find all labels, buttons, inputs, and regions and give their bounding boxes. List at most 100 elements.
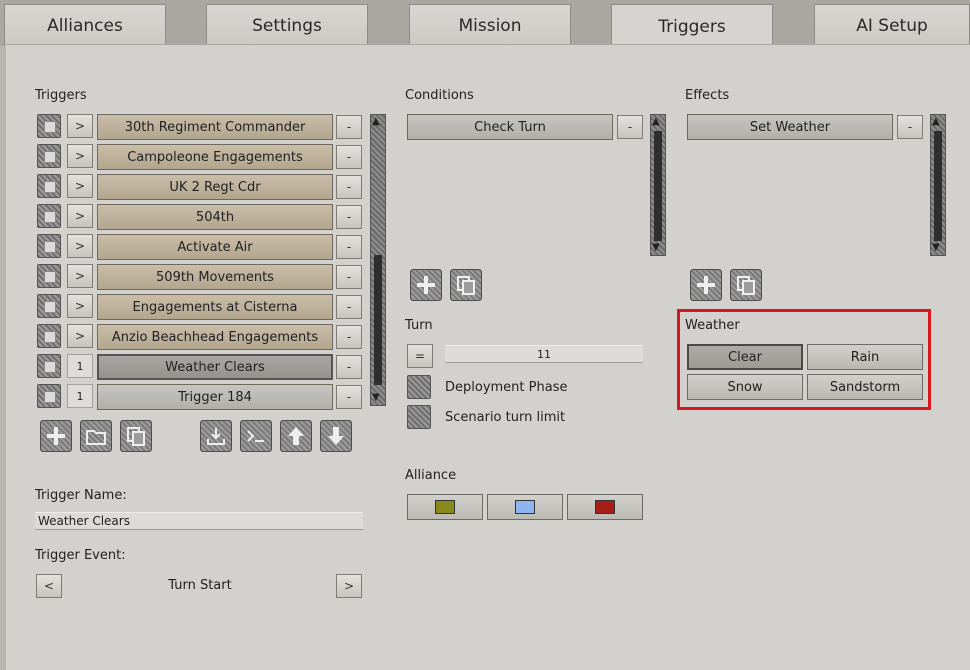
scenario-turn-limit-checkbox[interactable] (407, 405, 431, 429)
arrow-down-icon (328, 427, 344, 445)
trigger-count: 1 (67, 354, 93, 378)
trigger-remove-button[interactable]: - (336, 295, 362, 319)
tab-settings[interactable]: Settings (206, 4, 368, 46)
move-down-button[interactable] (320, 420, 352, 452)
tab-mission[interactable]: Mission (409, 4, 571, 46)
scroll-down-icon[interactable]: ▼ (652, 243, 660, 253)
trigger-checkbox[interactable] (37, 204, 61, 228)
trigger-item[interactable]: Anzio Beachhead Engagements (97, 324, 333, 350)
event-next-button[interactable]: > (336, 574, 362, 598)
trigger-remove-button[interactable]: - (336, 325, 362, 349)
alliance-1-button[interactable] (407, 494, 483, 520)
alliance-1-swatch (435, 500, 455, 514)
move-up-button[interactable] (280, 420, 312, 452)
weather-clear-button[interactable]: Clear (687, 344, 803, 370)
trigger-item[interactable]: Activate Air (97, 234, 333, 260)
trigger-checkbox[interactable] (37, 294, 61, 318)
alliance-2-button[interactable] (487, 494, 563, 520)
scroll-thumb[interactable] (654, 131, 662, 241)
import-trigger-button[interactable] (200, 420, 232, 452)
scenario-turn-limit-label: Scenario turn limit (445, 410, 566, 425)
trigger-expand-button[interactable]: > (67, 114, 93, 138)
terminal-icon (247, 430, 264, 442)
trigger-expand-button[interactable]: > (67, 264, 93, 288)
trigger-checkbox[interactable] (37, 354, 61, 378)
add-folder-button[interactable] (80, 420, 112, 452)
tab-triggers[interactable]: Triggers (611, 4, 773, 48)
trigger-expand-button[interactable]: > (67, 294, 93, 318)
trigger-list-scrollbar[interactable]: ▲ ▼ (370, 114, 386, 406)
trigger-item[interactable]: 504th (97, 204, 333, 230)
duplicate-condition-button[interactable] (450, 269, 482, 301)
condition-item[interactable]: Check Turn (407, 114, 613, 140)
plus-icon (417, 276, 435, 294)
trigger-checkbox[interactable] (37, 324, 61, 348)
alliance-heading: Alliance (405, 468, 457, 483)
trigger-remove-button[interactable]: - (336, 145, 362, 169)
add-condition-button[interactable] (410, 269, 442, 301)
tab-ai-setup[interactable]: AI Setup (814, 4, 970, 46)
trigger-checkbox[interactable] (37, 144, 61, 168)
trigger-expand-button[interactable]: > (67, 174, 93, 198)
turn-heading: Turn (405, 318, 433, 333)
scroll-up-icon[interactable]: ▲ (372, 117, 380, 127)
trigger-remove-button[interactable]: - (336, 355, 362, 379)
trigger-remove-button[interactable]: - (336, 385, 362, 409)
event-prev-button[interactable]: < (36, 574, 62, 598)
scroll-thumb[interactable] (374, 255, 382, 385)
deployment-phase-label: Deployment Phase (445, 380, 568, 395)
tab-alliances[interactable]: Alliances (4, 4, 166, 46)
copy-icon (457, 276, 475, 295)
condition-remove-button[interactable]: - (617, 115, 643, 139)
trigger-checkbox[interactable] (37, 114, 61, 138)
turn-operator-button[interactable]: = (407, 344, 433, 368)
effect-remove-button[interactable]: - (897, 115, 923, 139)
trigger-remove-button[interactable]: - (336, 265, 362, 289)
trigger-expand-button[interactable]: > (67, 204, 93, 228)
trigger-event-label: Trigger Event: (35, 548, 126, 563)
turn-value-input[interactable]: 11 (445, 345, 643, 363)
trigger-remove-button[interactable]: - (336, 205, 362, 229)
effect-item[interactable]: Set Weather (687, 114, 893, 140)
duplicate-effect-button[interactable] (730, 269, 762, 301)
trigger-expand-button[interactable]: > (67, 144, 93, 168)
add-effect-button[interactable] (690, 269, 722, 301)
conditions-scrollbar[interactable]: ▲ ▼ (650, 114, 666, 256)
trigger-item[interactable]: Engagements at Cisterna (97, 294, 333, 320)
trigger-item[interactable]: Trigger 184 (97, 384, 333, 410)
add-trigger-button[interactable] (40, 420, 72, 452)
trigger-remove-button[interactable]: - (336, 235, 362, 259)
scroll-up-icon[interactable]: ▲ (652, 117, 660, 127)
trigger-name-input[interactable]: Weather Clears (35, 512, 363, 530)
trigger-item[interactable]: 509th Movements (97, 264, 333, 290)
trigger-checkbox[interactable] (37, 174, 61, 198)
scroll-thumb[interactable] (934, 131, 942, 241)
scroll-down-icon[interactable]: ▼ (372, 393, 380, 403)
trigger-item[interactable]: Weather Clears (97, 354, 333, 380)
duplicate-trigger-button[interactable] (120, 420, 152, 452)
trigger-item[interactable]: Campoleone Engagements (97, 144, 333, 170)
trigger-remove-button[interactable]: - (336, 115, 362, 139)
weather-sandstorm-button[interactable]: Sandstorm (807, 374, 923, 400)
script-console-button[interactable] (240, 420, 272, 452)
trigger-count: 1 (67, 384, 93, 408)
scroll-up-icon[interactable]: ▲ (932, 117, 940, 127)
weather-snow-button[interactable]: Snow (687, 374, 803, 400)
weather-rain-button[interactable]: Rain (807, 344, 923, 370)
trigger-item[interactable]: UK 2 Regt Cdr (97, 174, 333, 200)
arrow-up-icon (288, 427, 304, 445)
download-icon (207, 428, 225, 445)
effects-scrollbar[interactable]: ▲ ▼ (930, 114, 946, 256)
scroll-down-icon[interactable]: ▼ (932, 243, 940, 253)
effects-heading: Effects (685, 88, 730, 103)
trigger-item[interactable]: 30th Regiment Commander (97, 114, 333, 140)
trigger-checkbox[interactable] (37, 264, 61, 288)
trigger-remove-button[interactable]: - (336, 175, 362, 199)
trigger-expand-button[interactable]: > (67, 324, 93, 348)
trigger-expand-button[interactable]: > (67, 234, 93, 258)
alliance-3-button[interactable] (567, 494, 643, 520)
deployment-phase-checkbox[interactable] (407, 375, 431, 399)
trigger-checkbox[interactable] (37, 234, 61, 258)
conditions-heading: Conditions (405, 88, 474, 103)
trigger-checkbox[interactable] (37, 384, 61, 408)
